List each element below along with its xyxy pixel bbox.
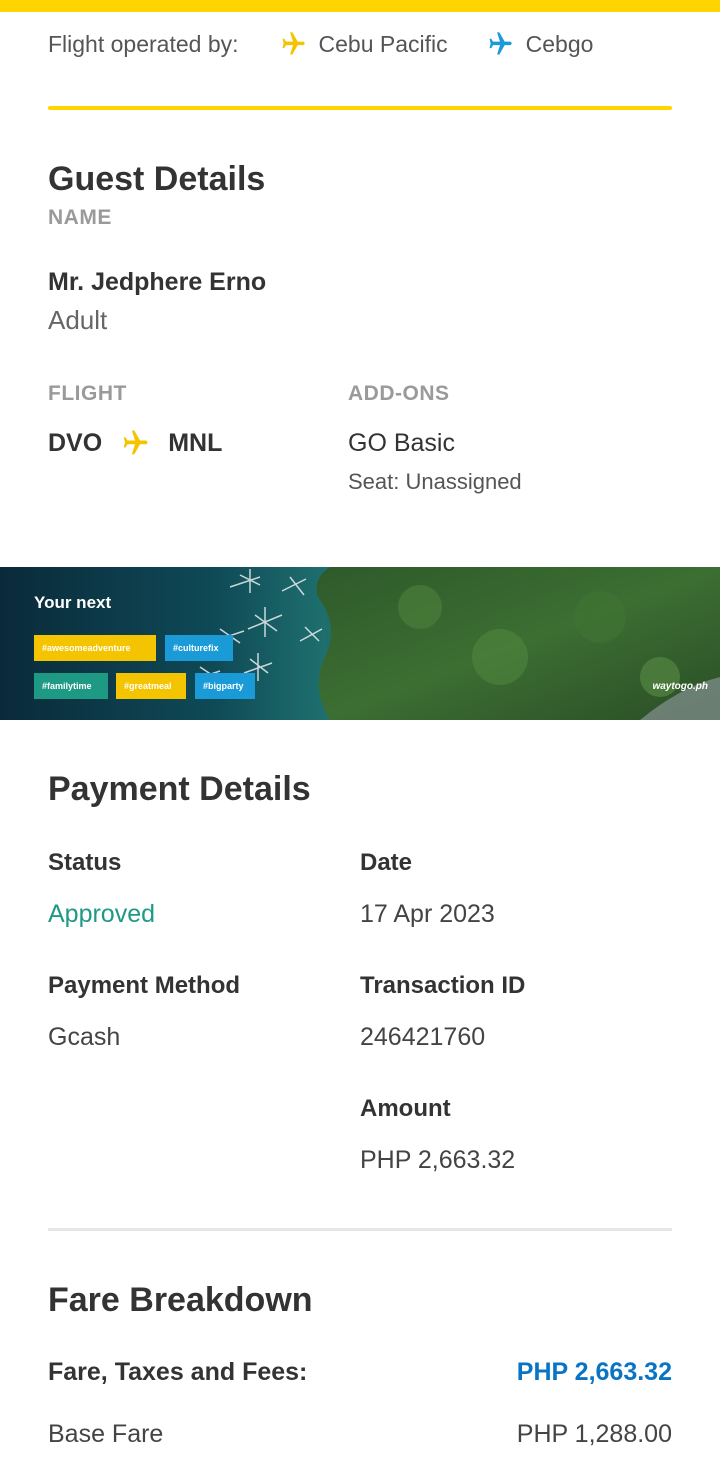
fare-total-label: Fare, Taxes and Fees:	[48, 1358, 308, 1386]
banner-tag: #bigparty	[195, 673, 255, 699]
plane-icon	[282, 32, 305, 55]
operator-name: Cebgo	[525, 30, 594, 57]
guest-name: Mr. Jedphere Erno	[48, 268, 267, 296]
banner-tag: #familytime	[34, 673, 108, 699]
transaction-id-value: 246421760	[360, 1023, 486, 1051]
addons-caption: ADD-ONS	[348, 382, 450, 405]
promo-banner[interactable]: Your next #awesomeadventure #culturefix …	[0, 567, 720, 720]
amount-label: Amount	[360, 1095, 451, 1122]
plane-icon	[489, 32, 512, 55]
seat-assignment: Seat: Unassigned	[348, 469, 522, 494]
status-label: Status	[48, 849, 122, 876]
flight-operated-by: Flight operated by: Cebu Pacific Cebgo	[48, 28, 631, 60]
guest-details-title: Guest Details	[48, 160, 266, 198]
top-accent-bar	[0, 0, 720, 12]
operator-cebgo: Cebgo	[486, 30, 594, 58]
fare-total-value[interactable]: PHP 2,663.32	[517, 1358, 672, 1387]
flight-route: DVO MNL	[48, 428, 222, 458]
status-value: Approved	[48, 900, 156, 928]
operator-name: Cebu Pacific	[318, 30, 448, 57]
payment-method-value: Gcash	[48, 1023, 121, 1051]
guest-type: Adult	[48, 305, 108, 335]
banner-tag: #culturefix	[165, 635, 233, 661]
base-fare-value: PHP 1,288.00	[516, 1420, 672, 1448]
banner-heading: Your next	[34, 593, 112, 612]
origin-code: DVO	[48, 428, 103, 457]
fare-breakdown-title: Fare Breakdown	[48, 1281, 313, 1319]
date-label: Date	[360, 849, 413, 876]
banner-tag: #awesomeadventure	[34, 635, 156, 661]
section-divider	[48, 106, 672, 110]
destination-code: MNL	[168, 428, 223, 457]
banner-site: waytogo.ph	[652, 681, 708, 692]
operated-by-label: Flight operated by:	[48, 30, 239, 57]
name-caption: NAME	[48, 206, 112, 229]
amount-value: PHP 2,663.32	[360, 1146, 516, 1174]
section-divider	[48, 1228, 672, 1231]
transaction-id-label: Transaction ID	[360, 972, 526, 999]
operator-cebu-pacific: Cebu Pacific	[279, 30, 448, 58]
payment-method-label: Payment Method	[48, 972, 241, 999]
payment-details-title: Payment Details	[48, 770, 311, 808]
addon-name: GO Basic	[348, 429, 455, 457]
date-value: 17 Apr 2023	[360, 900, 495, 928]
plane-icon	[123, 430, 148, 455]
base-fare-label: Base Fare	[48, 1420, 164, 1448]
banner-tag: #greatmeal	[116, 673, 186, 699]
flight-caption: FLIGHT	[48, 382, 127, 405]
